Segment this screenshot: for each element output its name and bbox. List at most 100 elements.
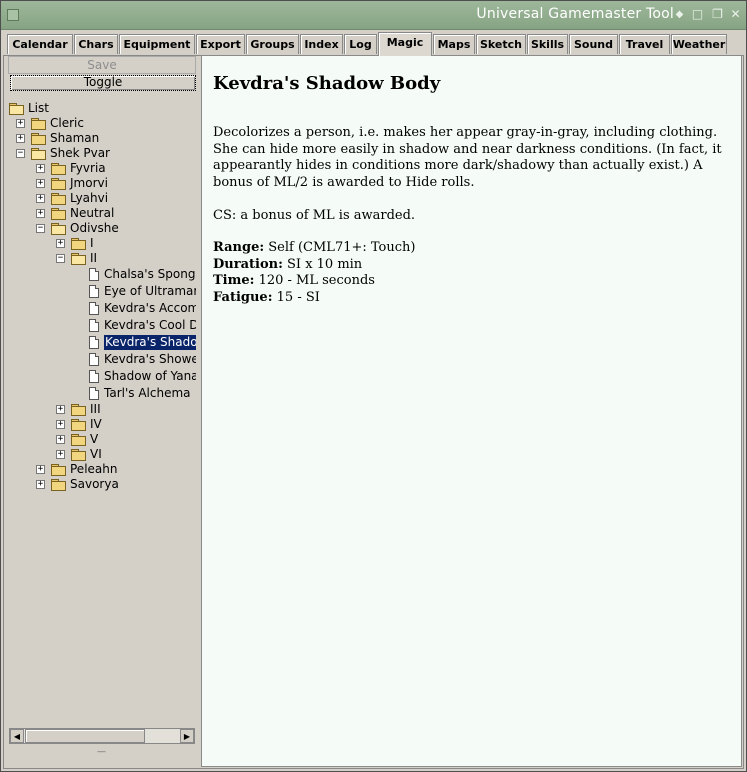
sidebar: Save Toggle List + Cleric + Shaman − Shek Pvar… <box>6 55 196 767</box>
expand-icon[interactable]: + <box>56 420 65 429</box>
stat-time: Time: 120 - ML seconds <box>213 273 375 288</box>
scroll-right-icon[interactable]: ▶ <box>180 729 194 743</box>
tree-item-label: VI <box>90 447 102 461</box>
title-bar[interactable]: Universal Gamemaster Tool ◆ □ ❐ ✕ <box>1 1 746 30</box>
spell-tree[interactable]: List + Cleric + Shaman − Shek Pvar + Fyvria + Jmor… <box>6 93 196 733</box>
save-button[interactable]: Save <box>8 56 196 74</box>
tree-item-folder[interactable]: + Lyahvi <box>6 191 196 206</box>
tab-magic[interactable]: Magic <box>378 32 432 56</box>
tree-item-folder[interactable]: − II <box>6 251 196 266</box>
document-icon <box>89 319 99 332</box>
tree-item-spell[interactable]: Eye of Ultramar <box>6 284 196 299</box>
tree-item-label: Cleric <box>50 116 84 130</box>
tree-item-folder[interactable]: + Savorya <box>6 477 196 492</box>
stat-duration: Duration: SI x 10 min <box>213 256 363 272</box>
tree-item-label: Kevdra's Cool D <box>104 318 196 332</box>
expand-icon[interactable]: + <box>56 435 65 444</box>
tree-item-label: V <box>90 432 99 446</box>
scrollbar-thumb[interactable] <box>25 729 145 743</box>
collapse-icon[interactable]: − <box>36 224 45 233</box>
tree-item-label: Fyvria <box>70 161 106 175</box>
collapse-icon[interactable]: − <box>16 149 25 158</box>
tab-chars[interactable]: Chars <box>74 34 118 54</box>
tree-item-spell[interactable]: Shadow of Yana <box>6 369 196 384</box>
tree-item-spell[interactable]: Kevdra's Cool D <box>6 318 196 333</box>
tree-item-label: III <box>90 402 101 416</box>
tree-item-spell[interactable]: Kevdra's Shadov <box>6 335 196 350</box>
window-menu-icon[interactable] <box>7 9 19 21</box>
tree-item-folder[interactable]: − Shek Pvar <box>6 146 196 161</box>
maximize-icon[interactable]: ❐ <box>711 8 724 21</box>
tab-sound[interactable]: Sound <box>569 34 618 54</box>
resize-grip-icon[interactable]: — <box>97 747 106 757</box>
tree-item-spell[interactable]: Tarl's Alchema <box>6 386 196 401</box>
tree-item-folder[interactable]: + V <box>6 432 196 447</box>
window-title: Universal Gamemaster Tool <box>476 6 674 22</box>
tree-item-label: Kevdra's Showe <box>104 352 196 366</box>
expand-icon[interactable]: + <box>36 209 45 218</box>
tree-item-label: II <box>90 251 98 265</box>
tree-item-label: I <box>90 236 94 250</box>
tree-item-folder[interactable]: + Jmorvi <box>6 176 196 191</box>
horizontal-scrollbar[interactable]: ◀ ▶ <box>9 728 195 744</box>
tree-item-folder[interactable]: + Neutral <box>6 206 196 221</box>
document-icon <box>89 268 99 281</box>
tree-item-folder[interactable]: + I <box>6 236 196 251</box>
options-icon[interactable]: ◆ <box>673 8 686 21</box>
tree-item-spell[interactable]: Kevdra's Accom <box>6 301 196 316</box>
tree-item-folder[interactable]: + Peleahn <box>6 462 196 477</box>
tree-item-folder[interactable]: + Cleric <box>6 116 196 131</box>
tab-maps[interactable]: Maps <box>433 34 475 54</box>
tab-sketch[interactable]: Sketch <box>476 34 526 54</box>
toggle-button[interactable]: Toggle <box>10 75 196 91</box>
expand-icon[interactable]: + <box>36 465 45 474</box>
tab-weather[interactable]: Weather <box>671 34 727 54</box>
document-icon <box>89 302 99 315</box>
tree-item-folder[interactable]: + Fyvria <box>6 161 196 176</box>
expand-icon[interactable]: + <box>16 134 25 143</box>
folder-icon <box>51 163 66 175</box>
tree-item-folder[interactable]: List <box>6 101 196 116</box>
document-icon <box>89 387 99 400</box>
collapse-icon[interactable]: − <box>56 254 65 263</box>
tree-item-label: Savorya <box>70 477 119 491</box>
document-icon <box>89 285 99 298</box>
tab-index[interactable]: Index <box>300 34 343 54</box>
tree-item-folder[interactable]: + Shaman <box>6 131 196 146</box>
expand-icon[interactable]: + <box>36 194 45 203</box>
tab-equipment[interactable]: Equipment <box>119 34 195 54</box>
expand-icon[interactable]: + <box>56 405 65 414</box>
spell-stats: Range: Self (CML71+: Touch) Duration: SI… <box>213 240 415 306</box>
tree-item-label: IV <box>90 417 102 431</box>
tab-log[interactable]: Log <box>344 34 377 54</box>
tree-item-spell[interactable]: Chalsa's Sponge <box>6 267 196 282</box>
tab-groups[interactable]: Groups <box>246 34 299 54</box>
tree-item-folder[interactable]: − Odivshe <box>6 221 196 236</box>
tree-item-folder[interactable]: + III <box>6 402 196 417</box>
expand-icon[interactable]: + <box>56 450 65 459</box>
folder-open-icon <box>9 103 24 115</box>
tree-item-label: Lyahvi <box>70 191 109 205</box>
tab-travel[interactable]: Travel <box>619 34 670 54</box>
folder-icon <box>51 208 66 220</box>
tree-item-label: Kevdra's Shadov <box>104 335 196 350</box>
tree-item-label: Jmorvi <box>70 176 108 190</box>
expand-icon[interactable]: + <box>16 119 25 128</box>
minimize-icon[interactable]: □ <box>691 8 704 21</box>
expand-icon[interactable]: + <box>36 164 45 173</box>
tree-item-spell[interactable]: Kevdra's Showe <box>6 352 196 367</box>
tab-skills[interactable]: Skills <box>527 34 568 54</box>
scroll-left-icon[interactable]: ◀ <box>10 729 24 743</box>
spell-detail: Kevdra's Shadow Body Decolorizes a perso… <box>201 55 742 767</box>
expand-icon[interactable]: + <box>56 239 65 248</box>
tree-item-folder[interactable]: + VI <box>6 447 196 462</box>
close-icon[interactable]: ✕ <box>729 8 742 21</box>
tree-item-label: Shek Pvar <box>50 146 110 160</box>
expand-icon[interactable]: + <box>36 480 45 489</box>
tree-item-folder[interactable]: + IV <box>6 417 196 432</box>
spell-cs: CS: a bonus of ML is awarded. <box>213 208 416 223</box>
expand-icon[interactable]: + <box>36 179 45 188</box>
tab-export[interactable]: Export <box>196 34 245 54</box>
tab-calendar[interactable]: Calendar <box>7 34 73 54</box>
folder-open-icon <box>71 253 86 265</box>
